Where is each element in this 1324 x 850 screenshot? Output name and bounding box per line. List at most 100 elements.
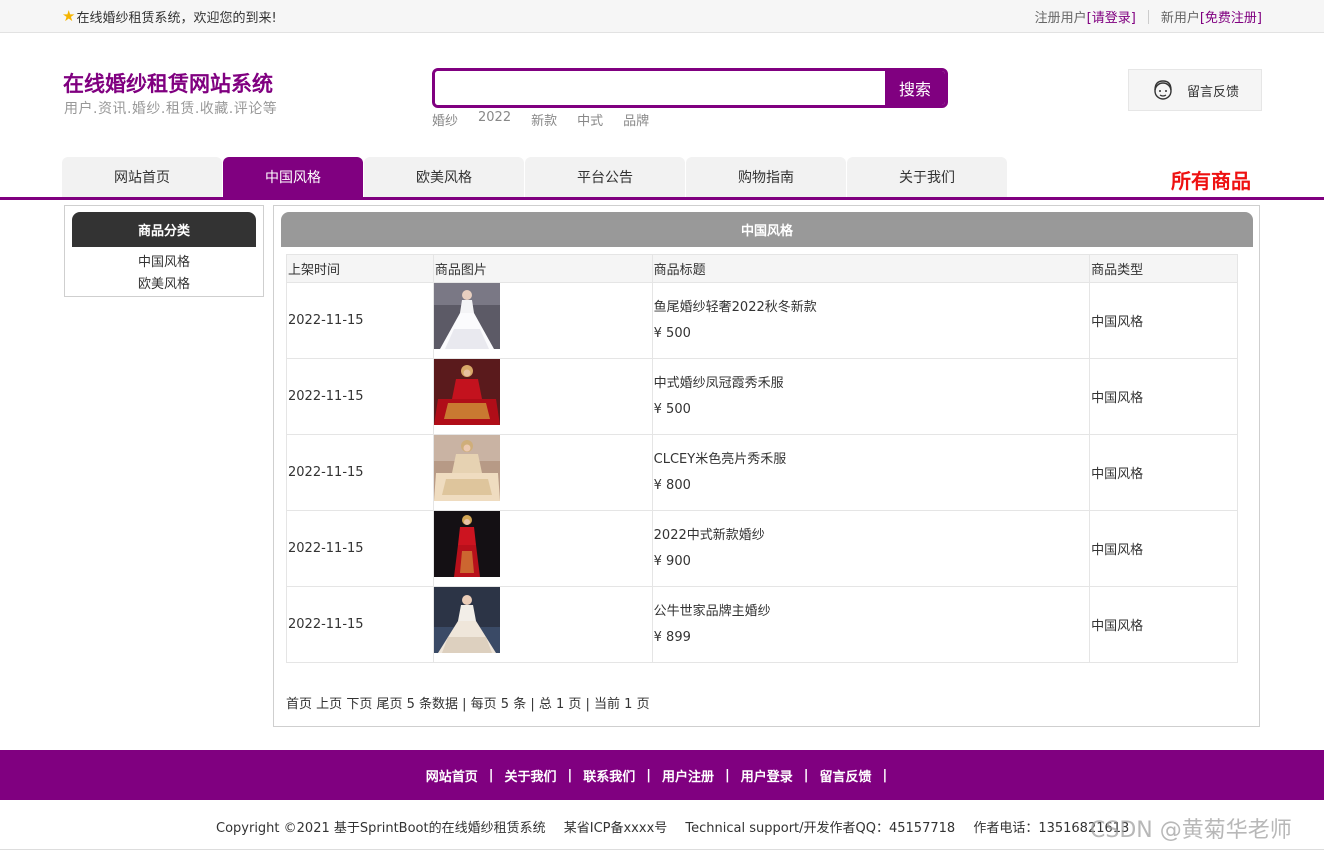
hot-keywords: 婚纱 2022 新款 中式 品牌	[432, 110, 649, 129]
pager-first[interactable]: 首页	[286, 697, 312, 712]
product-title[interactable]: CLCEY米色亮片秀禾服	[654, 447, 1089, 473]
column-header-title: 商品标题	[651, 254, 1091, 283]
product-price: ¥ 500	[653, 325, 691, 341]
site-subtitle: 用户.资讯.婚纱.租赁.收藏.评论等	[64, 101, 278, 117]
footer-divider: |	[488, 767, 494, 783]
tab-about-us[interactable]: 关于我们	[847, 157, 1007, 197]
product-title[interactable]: 2022中式新款婚纱	[654, 523, 1089, 549]
table-row[interactable]: 2022-11-15 鱼尾婚纱轻奢2022秋冬新款 ¥ 500 中国风格	[286, 282, 1238, 359]
table-row[interactable]: 2022-11-15 中式婚纱凤冠霞秀禾服 ¥ 500 中国风格	[286, 358, 1238, 435]
product-type: 中国风格	[1089, 434, 1238, 511]
footer-divider: |	[725, 767, 730, 783]
goods-panel: 中国风格 上架时间 商品图片 商品标题 商品类型 2022-11-15 鱼尾婚纱…	[273, 205, 1260, 727]
product-type: 中国风格	[1089, 358, 1238, 435]
product-image-cell	[432, 282, 653, 359]
hotword[interactable]: 新款	[531, 110, 557, 129]
registered-user-label: 注册用户	[1034, 11, 1087, 26]
hotword[interactable]: 品牌	[623, 110, 649, 129]
tech-support: Technical support/开发作者QQ：45157718	[685, 821, 956, 836]
footer-bar: 网站首页 | 关于我们 | 联系我们 | 用户注册 | 用户登录 | 留言反馈 |	[0, 750, 1324, 800]
sidebar-item-western-style[interactable]: 欧美风格	[65, 273, 263, 292]
table-row[interactable]: 2022-11-15 公牛世家品牌主婚纱 ¥ 899 中国风格	[286, 586, 1238, 663]
copyright-line: Copyright ©2021 基于SprintBoot的在线婚纱租赁系统 某省…	[216, 817, 1143, 836]
new-user-label: 新用户	[1160, 11, 1200, 26]
product-image-cell	[432, 586, 653, 663]
pagination: 首页 上页 下页 尾页 5 条数据 | 每页 5 条 | 总 1 页 | 当前 …	[286, 693, 650, 712]
tab-shopping-guide[interactable]: 购物指南	[686, 157, 846, 197]
icp-record: 某省ICP备xxxx号	[563, 821, 668, 836]
product-type: 中国风格	[1089, 586, 1238, 663]
copyright-text: Copyright ©2021 基于SprintBoot的在线婚纱租赁系统	[216, 821, 546, 836]
main-nav: 网站首页 中国风格 欧美风格 平台公告 购物指南 关于我们	[62, 157, 1007, 197]
search-box: 搜索	[432, 68, 948, 108]
pager-last[interactable]: 尾页	[376, 697, 402, 712]
register-link[interactable]: [免费注册]	[1200, 7, 1262, 26]
footer-link-contact[interactable]: 联系我们	[583, 766, 635, 785]
login-link[interactable]: [请登录]	[1087, 7, 1136, 26]
pager-prev[interactable]: 上页	[316, 697, 342, 712]
hotword[interactable]: 2022	[478, 110, 511, 129]
product-title[interactable]: 中式婚纱凤冠霞秀禾服	[654, 371, 1089, 397]
tab-chinese-style[interactable]: 中国风格	[223, 157, 363, 197]
product-image[interactable]	[433, 511, 500, 577]
search-button[interactable]: 搜索	[885, 71, 945, 105]
tab-home[interactable]: 网站首页	[62, 157, 222, 197]
product-image-cell	[432, 434, 653, 511]
product-price: ¥ 899	[653, 629, 691, 645]
feedback-label: 留言反馈	[1187, 84, 1240, 100]
feedback-button[interactable]: 留言反馈	[1128, 69, 1262, 111]
table-header-row: 上架时间 商品图片 商品标题 商品类型	[286, 254, 1238, 283]
footer-link-about[interactable]: 关于我们	[504, 766, 556, 785]
tab-western-style[interactable]: 欧美风格	[364, 157, 524, 197]
product-price: ¥ 900	[653, 553, 691, 569]
account-links: 注册用户 [请登录] 新用户 [免费注册]	[1035, 7, 1262, 26]
search-input[interactable]	[435, 71, 885, 105]
column-header-image: 商品图片	[432, 254, 653, 283]
table-row[interactable]: 2022-11-15 2022中式新款婚纱 ¥ 900 中国风格	[286, 510, 1238, 587]
footer-link-login[interactable]: 用户登录	[741, 766, 793, 785]
product-title[interactable]: 公牛世家品牌主婚纱	[654, 599, 1089, 625]
footer-divider: |	[646, 767, 651, 783]
welcome-text: 在线婚纱租赁系统，欢迎您的到来!	[76, 11, 277, 26]
watermark: CSDN @黄菊华老师	[1090, 818, 1292, 843]
footer-link-feedback[interactable]: 留言反馈	[820, 766, 872, 785]
product-info: CLCEY米色亮片秀禾服 ¥ 800	[651, 434, 1091, 511]
tab-announcements[interactable]: 平台公告	[525, 157, 685, 197]
customer-service-icon	[1154, 80, 1172, 100]
site-title: 在线婚纱租赁网站系统	[63, 72, 273, 96]
product-info: 鱼尾婚纱轻奢2022秋冬新款 ¥ 500	[651, 282, 1091, 359]
product-image-cell	[432, 510, 653, 587]
footer-links: 网站首页 | 关于我们 | 联系我们 | 用户注册 | 用户登录 | 留言反馈 |	[426, 766, 899, 785]
product-info: 2022中式新款婚纱 ¥ 900	[651, 510, 1091, 587]
footer-link-register[interactable]: 用户注册	[662, 766, 714, 785]
product-title[interactable]: 鱼尾婚纱轻奢2022秋冬新款	[654, 295, 1089, 321]
goods-table: 上架时间 商品图片 商品标题 商品类型 2022-11-15 鱼尾婚纱轻奢202…	[286, 254, 1238, 663]
product-image[interactable]	[433, 283, 500, 349]
footer-divider: |	[882, 767, 888, 783]
pager-next[interactable]: 下页	[346, 697, 372, 712]
product-type: 中国风格	[1089, 510, 1238, 587]
divider	[1147, 9, 1149, 24]
product-image[interactable]	[433, 359, 500, 425]
star-icon: ★	[62, 7, 76, 25]
product-image[interactable]	[433, 587, 500, 653]
hotword[interactable]: 婚纱	[432, 110, 458, 129]
hotword[interactable]: 中式	[577, 110, 603, 129]
sidebar-item-chinese-style[interactable]: 中国风格	[65, 251, 263, 270]
table-row[interactable]: 2022-11-15 CLCEY米色亮片秀禾服 ¥ 800 中国风格	[286, 434, 1238, 511]
footer-divider: |	[803, 767, 809, 783]
product-image[interactable]	[433, 435, 500, 501]
column-header-date: 上架时间	[286, 254, 434, 283]
listing-date: 2022-11-15	[286, 586, 434, 663]
category-sidebar: 商品分类 中国风格 欧美风格	[64, 205, 264, 297]
footer-link-home[interactable]: 网站首页	[426, 766, 478, 785]
listing-date: 2022-11-15	[286, 434, 434, 511]
column-header-type: 商品类型	[1089, 254, 1238, 283]
product-type: 中国风格	[1089, 282, 1238, 359]
listing-date: 2022-11-15	[286, 282, 434, 359]
product-price: ¥ 500	[653, 401, 691, 417]
all-goods-link[interactable]: 所有商品	[1171, 165, 1251, 194]
product-price: ¥ 800	[653, 477, 691, 493]
product-image-cell	[432, 358, 653, 435]
listing-date: 2022-11-15	[286, 358, 434, 435]
